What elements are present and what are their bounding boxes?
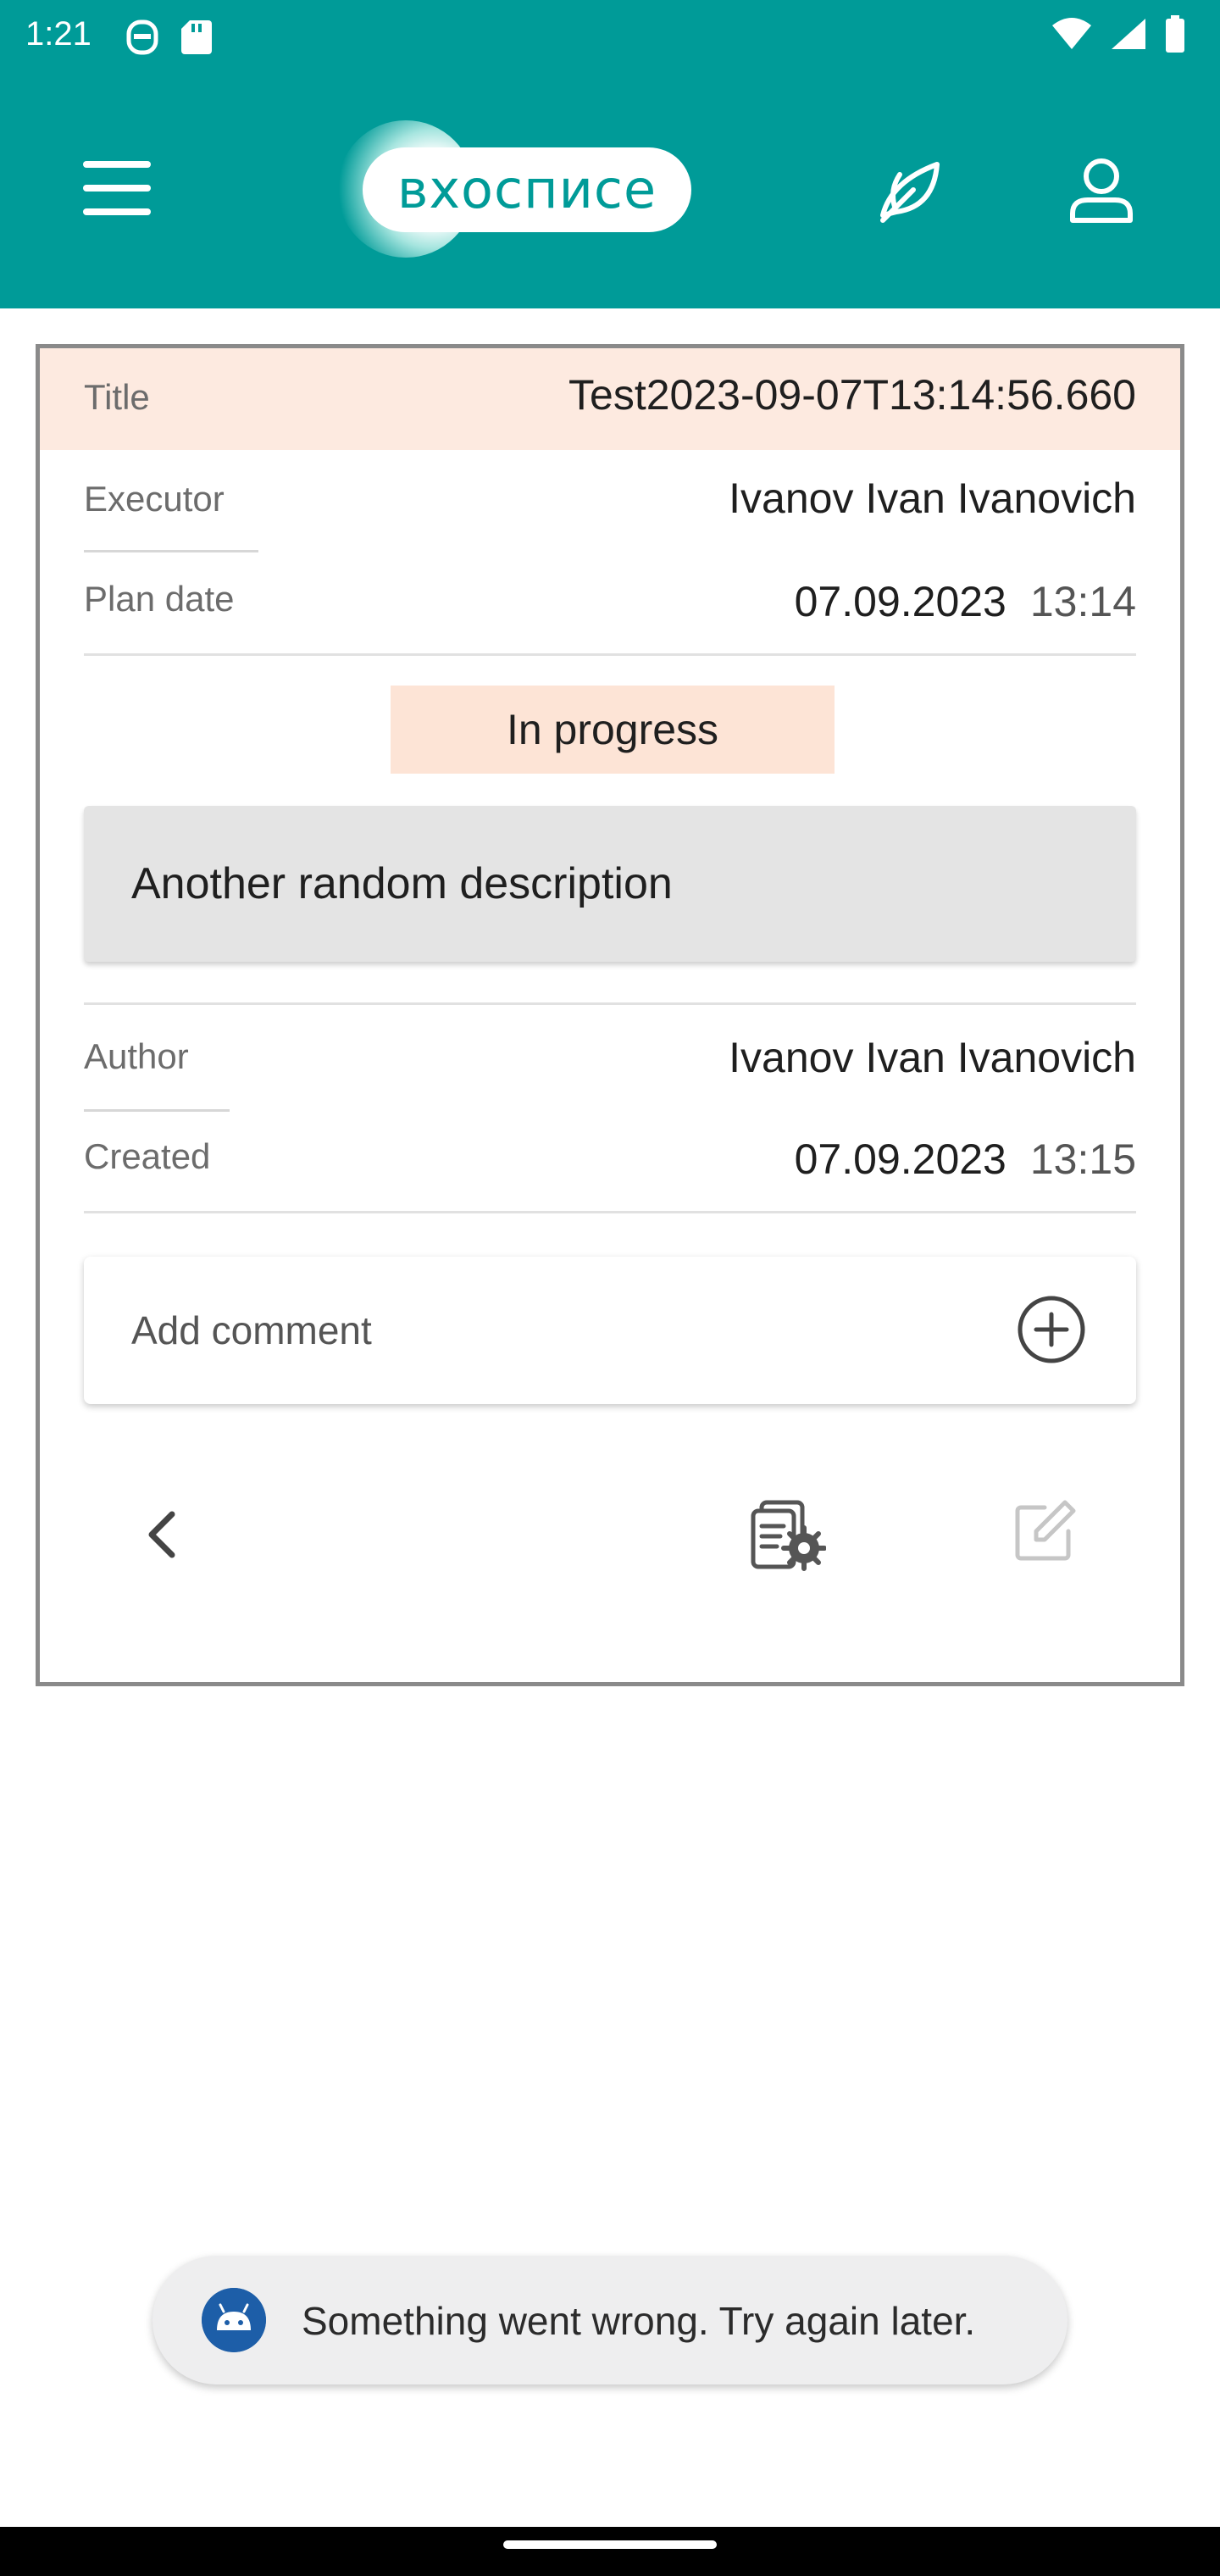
hamburger-icon-line [83, 161, 151, 168]
android-icon [202, 2288, 266, 2352]
hamburger-icon-line [83, 185, 151, 192]
add-circle-icon[interactable] [1016, 1294, 1087, 1365]
executor-value[interactable]: Ivanov Ivan Ivanovich [729, 474, 1136, 523]
add-comment-label: Add comment [131, 1308, 372, 1352]
vpn-key-icon [126, 19, 158, 55]
created-label: Created [84, 1136, 211, 1176]
status-icons-right [1051, 15, 1186, 53]
author-underline [84, 1109, 230, 1112]
error-toast: Something went wrong. Try again later. [152, 2256, 1068, 2384]
system-nav-bar [0, 2527, 1220, 2576]
leaf-icon[interactable] [874, 156, 946, 227]
author-label: Author [84, 1036, 189, 1076]
user-profile-icon[interactable] [1066, 154, 1137, 225]
battery-icon [1166, 15, 1184, 53]
wifi-icon [1052, 18, 1091, 49]
plan-date: 07.09.2023 [794, 578, 1006, 625]
executor-underline [84, 550, 258, 552]
chevron-left-icon[interactable] [133, 1501, 192, 1568]
status-badge[interactable]: In progress [391, 686, 835, 774]
description-box: Another random description [84, 806, 1136, 962]
home-gesture-handle[interactable] [503, 2540, 717, 2549]
title-value: Test2023-09-07T13:14:56.660 [568, 371, 1136, 419]
created-time: 13:15 [1029, 1135, 1136, 1183]
app-bar: 1:21 вхосписе [0, 0, 1220, 308]
hamburger-icon-line [83, 208, 151, 215]
document-settings-icon[interactable] [750, 1497, 826, 1574]
screen: 1:21 вхосписе Title Test2023-09-07T13:14… [0, 0, 1220, 2576]
created-date: 07.09.2023 [794, 1135, 1006, 1183]
title-row: Title Test2023-09-07T13:14:56.660 [40, 348, 1180, 450]
divider [84, 1211, 1136, 1213]
status-icons-left [125, 19, 214, 56]
add-comment-field[interactable]: Add comment [84, 1257, 1136, 1404]
plan-date-label: Plan date [84, 579, 235, 619]
divider [84, 653, 1136, 656]
plan-date-value[interactable]: 07.09.2023 13:14 [795, 577, 1136, 626]
task-card: Title Test2023-09-07T13:14:56.660 Execut… [36, 344, 1184, 1686]
signal-icon [1112, 19, 1145, 49]
menu-button[interactable] [83, 161, 154, 217]
author-value: Ivanov Ivan Ivanovich [729, 1034, 1136, 1081]
created-value: 07.09.2023 13:15 [795, 1135, 1136, 1184]
logo-text: вхосписе [363, 147, 691, 232]
executor-label: Executor [84, 479, 225, 519]
divider [84, 1002, 1136, 1005]
edit-icon[interactable] [1011, 1497, 1079, 1565]
status-time: 1:21 [25, 15, 92, 53]
title-label: Title [84, 377, 150, 417]
plan-time: 13:14 [1029, 578, 1136, 625]
app-logo[interactable]: вхосписе [337, 120, 693, 258]
toast-message: Something went wrong. Try again later. [302, 2299, 976, 2343]
sd-card-icon [181, 20, 212, 54]
